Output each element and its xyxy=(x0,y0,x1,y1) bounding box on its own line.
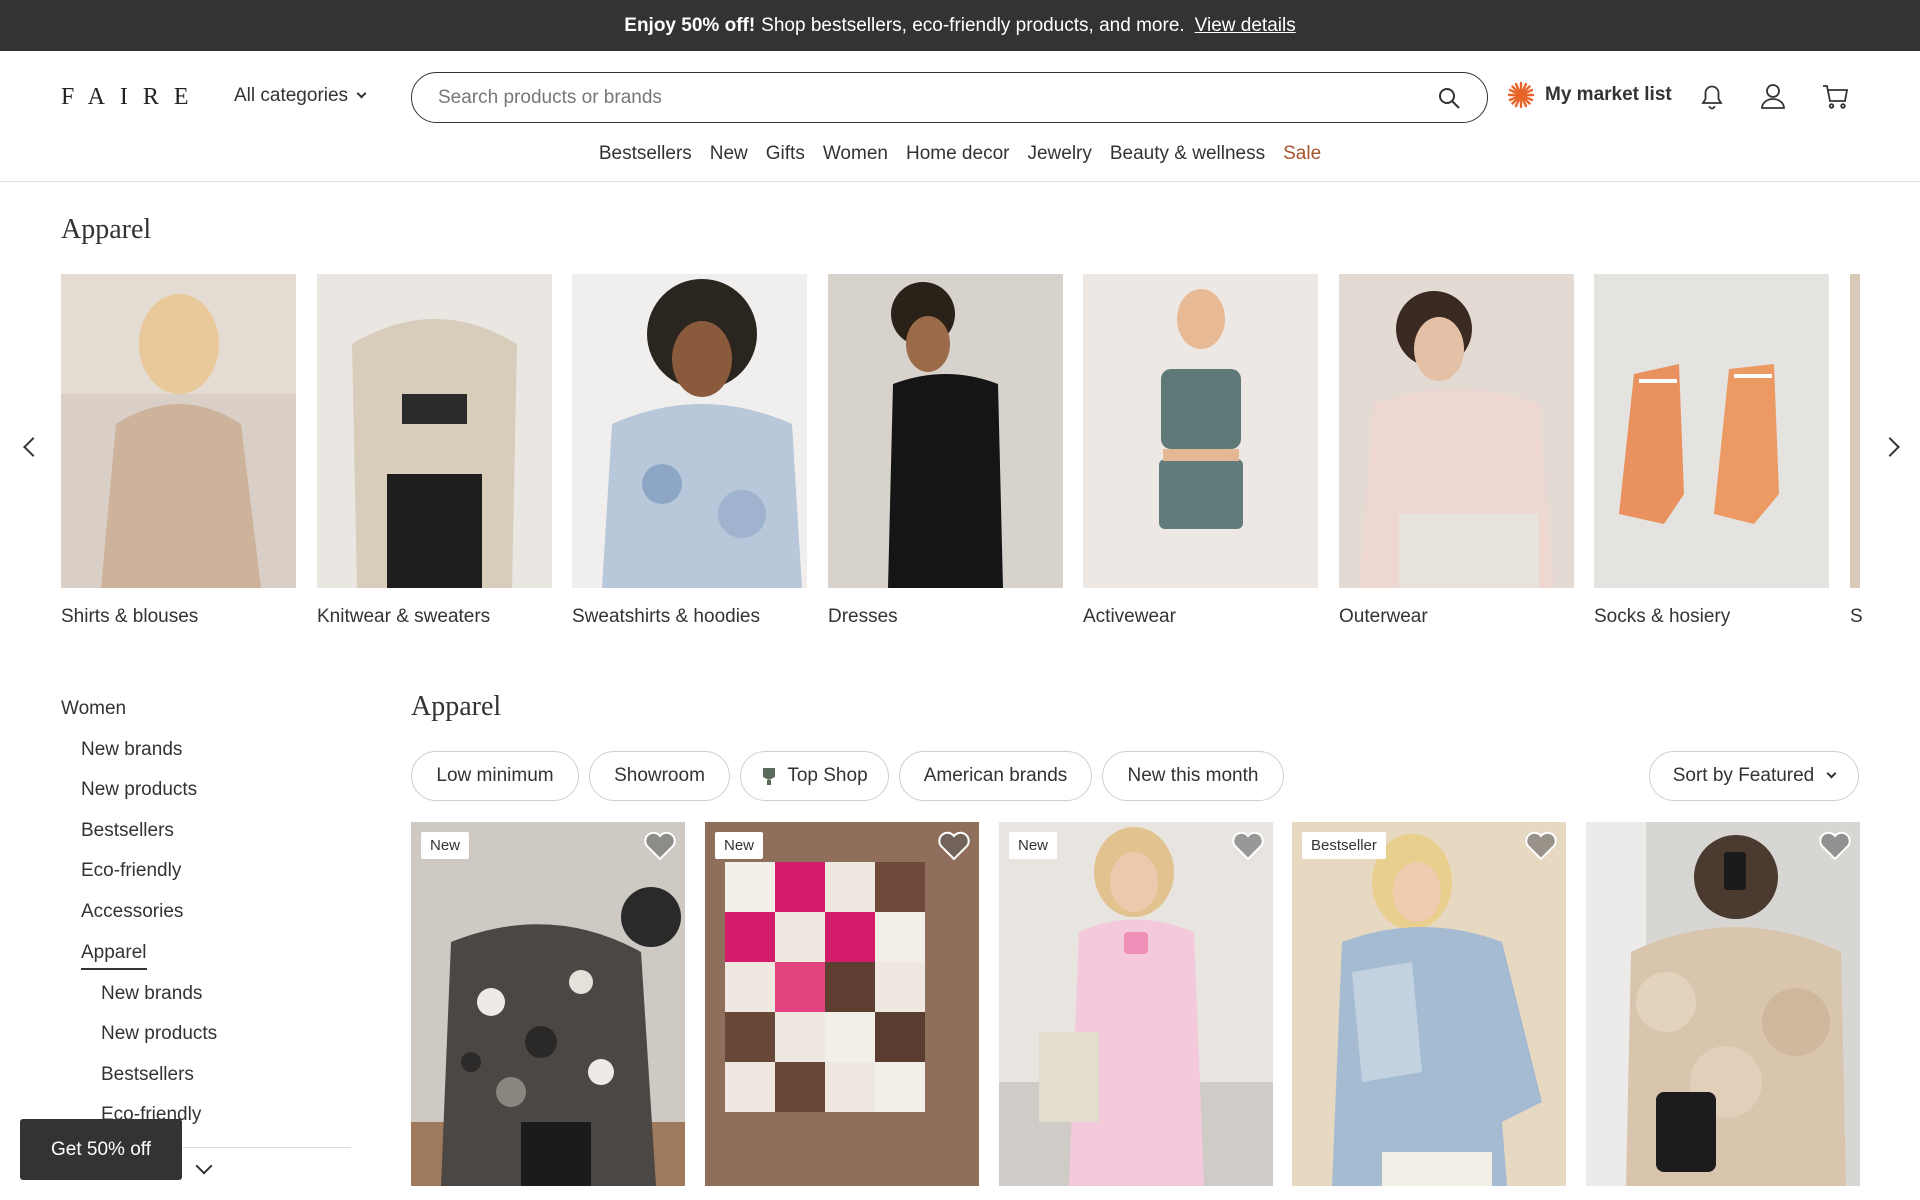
sidebar-item-bestsellers[interactable]: Bestsellers xyxy=(81,820,174,842)
search-input[interactable] xyxy=(438,86,1398,109)
promo-banner: Enjoy 50% off! Shop bestsellers, eco-fri… xyxy=(0,0,1920,51)
product-card[interactable]: Bestseller xyxy=(1292,822,1566,1186)
sidebar-item-women[interactable]: Women xyxy=(61,698,126,720)
bell-icon[interactable] xyxy=(1699,82,1725,110)
category-section-title: Apparel xyxy=(61,214,152,245)
category-card[interactable]: Shirts & blouses xyxy=(61,274,296,628)
all-categories-label: All categories xyxy=(234,85,349,106)
category-card[interactable]: Outerwear xyxy=(1339,274,1574,628)
category-label: Outerwear xyxy=(1339,606,1428,627)
category-card[interactable]: S xyxy=(1850,274,1920,628)
products-section-title: Apparel xyxy=(411,691,502,722)
sidebar-item-accessories[interactable]: Accessories xyxy=(81,901,183,923)
get-50-off-button[interactable]: Get 50% off xyxy=(20,1119,182,1180)
category-card[interactable]: Socks & hosiery xyxy=(1594,274,1829,628)
sidebar-item-apparel[interactable]: Apparel xyxy=(81,942,147,970)
my-market-list-button[interactable]: My market list xyxy=(1507,81,1672,109)
filter-label: Low minimum xyxy=(436,765,554,786)
category-label: Knitwear & sweaters xyxy=(317,606,491,627)
nav-sale[interactable]: Sale xyxy=(1283,143,1321,165)
filter-top-shop[interactable]: Top Shop xyxy=(740,751,889,801)
user-icon[interactable] xyxy=(1759,82,1787,110)
category-label: Shirts & blouses xyxy=(61,606,199,627)
category-card[interactable]: Knitwear & sweaters xyxy=(317,274,552,628)
filter-label: American brands xyxy=(923,765,1068,786)
chevron-down-icon xyxy=(356,88,367,99)
category-image xyxy=(572,274,807,588)
category-card[interactable]: Sweatshirts & hoodies xyxy=(572,274,807,628)
market-list-label: My market list xyxy=(1545,84,1672,105)
sort-dropdown[interactable]: Sort by Featured xyxy=(1649,751,1859,801)
category-image xyxy=(1594,274,1829,588)
category-card[interactable]: Activewear xyxy=(1083,274,1318,628)
category-image xyxy=(317,274,552,588)
promo-bold: Enjoy 50% off! xyxy=(624,14,756,36)
carousel-prev-icon[interactable] xyxy=(23,437,43,457)
filter-new-this-month[interactable]: New this month xyxy=(1102,751,1284,801)
nav-beauty-wellness[interactable]: Beauty & wellness xyxy=(1110,143,1265,165)
category-label: Sweatshirts & hoodies xyxy=(572,606,760,627)
faire-logo[interactable]: FAIRE xyxy=(61,84,204,111)
category-image xyxy=(1339,274,1574,588)
heart-icon[interactable] xyxy=(1818,830,1852,862)
product-card[interactable]: New xyxy=(999,822,1273,1186)
product-image xyxy=(999,822,1273,1186)
product-badge: Bestseller xyxy=(1302,832,1386,859)
product-image xyxy=(1586,822,1860,1186)
chevron-down-icon xyxy=(1826,768,1837,779)
product-card[interactable] xyxy=(1586,822,1860,1186)
sidebar-subitem-bestsellers[interactable]: Bestsellers xyxy=(101,1064,194,1086)
heart-icon[interactable] xyxy=(1231,830,1265,862)
nav-home-decor[interactable]: Home decor xyxy=(906,143,1010,165)
filter-label: New this month xyxy=(1127,765,1259,786)
filter-label: Top Shop xyxy=(787,765,868,786)
heart-icon[interactable] xyxy=(937,830,971,862)
category-image xyxy=(61,274,296,588)
product-badge: New xyxy=(421,832,470,859)
category-label: Socks & hosiery xyxy=(1594,606,1731,627)
nav-jewelry[interactable]: Jewelry xyxy=(1027,143,1091,165)
category-label: Activewear xyxy=(1083,606,1176,627)
sidebar-subitem-new-brands[interactable]: New brands xyxy=(101,983,202,1005)
filter-showroom[interactable]: Showroom xyxy=(589,751,730,801)
top-shop-icon xyxy=(763,768,776,785)
product-image xyxy=(705,822,979,1186)
chevron-down-icon[interactable] xyxy=(195,1157,213,1175)
filter-low-minimum[interactable]: Low minimum xyxy=(411,751,579,801)
filter-american-brands[interactable]: American brands xyxy=(899,751,1092,801)
product-card[interactable]: New xyxy=(411,822,685,1186)
sidebar-item-eco-friendly[interactable]: Eco-friendly xyxy=(81,860,181,882)
nav-women[interactable]: Women xyxy=(823,143,888,165)
sparkle-icon xyxy=(1507,81,1535,109)
category-label: Dresses xyxy=(828,606,898,627)
filter-label: Showroom xyxy=(614,765,705,786)
category-image xyxy=(1850,274,1860,588)
category-card[interactable]: Dresses xyxy=(828,274,1063,628)
site-header: FAIRE All categories My market list Best… xyxy=(0,51,1920,182)
product-card[interactable]: New xyxy=(705,822,979,1186)
sidebar-item-new-products[interactable]: New products xyxy=(81,779,197,801)
heart-icon[interactable] xyxy=(1524,830,1558,862)
nav-bestsellers[interactable]: Bestsellers xyxy=(599,143,692,165)
heart-icon[interactable] xyxy=(643,830,677,862)
nav-gifts[interactable]: Gifts xyxy=(766,143,805,165)
category-image xyxy=(828,274,1063,588)
product-badge: New xyxy=(1009,832,1058,859)
product-image xyxy=(411,822,685,1186)
promo-text: Shop bestsellers, eco-friendly products,… xyxy=(761,14,1185,36)
main-nav: Bestsellers New Gifts Women Home decor J… xyxy=(0,143,1920,165)
view-details-link[interactable]: View details xyxy=(1195,15,1296,37)
product-image xyxy=(1292,822,1566,1186)
product-badge: New xyxy=(715,832,764,859)
search-icon[interactable] xyxy=(1437,86,1461,110)
search-bar[interactable] xyxy=(411,72,1488,123)
sidebar-item-new-brands[interactable]: New brands xyxy=(81,739,182,761)
cart-icon[interactable] xyxy=(1821,82,1849,110)
all-categories-dropdown[interactable]: All categories xyxy=(234,85,367,107)
sidebar-subitem-new-products[interactable]: New products xyxy=(101,1023,217,1045)
sort-label: Sort by Featured xyxy=(1672,765,1815,786)
nav-new[interactable]: New xyxy=(710,143,748,165)
category-image xyxy=(1083,274,1318,588)
category-label: S xyxy=(1850,606,1863,627)
